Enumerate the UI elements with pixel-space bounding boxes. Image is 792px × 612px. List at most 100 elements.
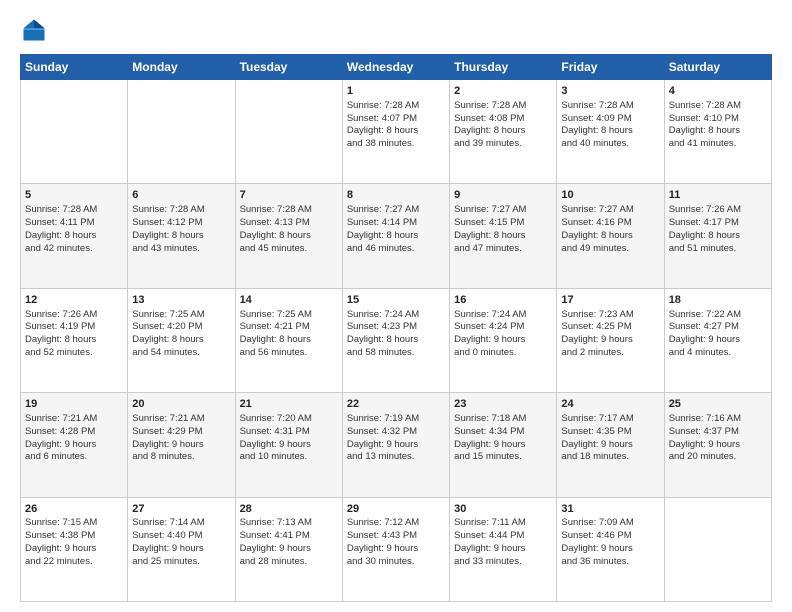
day-info-line: Sunrise: 7:24 AM xyxy=(347,309,445,322)
weekday-header-row: SundayMondayTuesdayWednesdayThursdayFrid… xyxy=(21,55,772,80)
day-info-line: Sunset: 4:43 PM xyxy=(347,530,445,543)
day-info-line: Sunrise: 7:23 AM xyxy=(561,309,659,322)
day-info-line: and 10 minutes. xyxy=(240,451,338,464)
day-info-line: Sunset: 4:24 PM xyxy=(454,321,552,334)
day-info-line: Daylight: 8 hours xyxy=(347,230,445,243)
day-info-line: Sunrise: 7:26 AM xyxy=(25,309,123,322)
calendar-cell: 15Sunrise: 7:24 AMSunset: 4:23 PMDayligh… xyxy=(342,288,449,392)
day-info-line: Sunrise: 7:28 AM xyxy=(25,204,123,217)
day-number: 7 xyxy=(240,188,338,203)
day-info-line: Sunset: 4:29 PM xyxy=(132,426,230,439)
day-info-line: Daylight: 8 hours xyxy=(347,334,445,347)
weekday-header-friday: Friday xyxy=(557,55,664,80)
day-info-line: Sunrise: 7:28 AM xyxy=(347,100,445,113)
day-info-line: Sunset: 4:20 PM xyxy=(132,321,230,334)
day-info-line: Daylight: 8 hours xyxy=(454,230,552,243)
calendar-cell: 27Sunrise: 7:14 AMSunset: 4:40 PMDayligh… xyxy=(128,497,235,601)
day-info-line: Sunrise: 7:14 AM xyxy=(132,517,230,530)
calendar-cell: 2Sunrise: 7:28 AMSunset: 4:08 PMDaylight… xyxy=(450,80,557,184)
day-number: 6 xyxy=(132,188,230,203)
calendar-cell: 21Sunrise: 7:20 AMSunset: 4:31 PMDayligh… xyxy=(235,393,342,497)
day-info-line: Sunset: 4:07 PM xyxy=(347,113,445,126)
calendar-cell: 12Sunrise: 7:26 AMSunset: 4:19 PMDayligh… xyxy=(21,288,128,392)
day-info-line: Sunset: 4:09 PM xyxy=(561,113,659,126)
day-info-line: and 18 minutes. xyxy=(561,451,659,464)
day-info-line: Sunrise: 7:28 AM xyxy=(240,204,338,217)
day-info-line: Daylight: 8 hours xyxy=(454,125,552,138)
day-info-line: Daylight: 8 hours xyxy=(561,125,659,138)
day-info-line: Daylight: 9 hours xyxy=(561,543,659,556)
day-info-line: Sunset: 4:44 PM xyxy=(454,530,552,543)
day-info-line: Daylight: 9 hours xyxy=(240,543,338,556)
day-info-line: and 13 minutes. xyxy=(347,451,445,464)
day-info-line: and 43 minutes. xyxy=(132,243,230,256)
day-info-line: Sunrise: 7:18 AM xyxy=(454,413,552,426)
day-info-line: Daylight: 9 hours xyxy=(347,543,445,556)
calendar-cell: 20Sunrise: 7:21 AMSunset: 4:29 PMDayligh… xyxy=(128,393,235,497)
day-info-line: Sunset: 4:10 PM xyxy=(669,113,767,126)
day-info-line: Sunrise: 7:28 AM xyxy=(132,204,230,217)
calendar-cell: 23Sunrise: 7:18 AMSunset: 4:34 PMDayligh… xyxy=(450,393,557,497)
day-number: 9 xyxy=(454,188,552,203)
day-info-line: Sunrise: 7:25 AM xyxy=(240,309,338,322)
day-info-line: and 30 minutes. xyxy=(347,556,445,569)
day-info-line: Sunset: 4:21 PM xyxy=(240,321,338,334)
day-info-line: and 51 minutes. xyxy=(669,243,767,256)
calendar-week-row: 19Sunrise: 7:21 AMSunset: 4:28 PMDayligh… xyxy=(21,393,772,497)
day-info-line: and 28 minutes. xyxy=(240,556,338,569)
day-info-line: Sunset: 4:35 PM xyxy=(561,426,659,439)
day-number: 8 xyxy=(347,188,445,203)
day-info-line: Sunset: 4:16 PM xyxy=(561,217,659,230)
weekday-header-saturday: Saturday xyxy=(664,55,771,80)
day-info-line: and 36 minutes. xyxy=(561,556,659,569)
day-number: 18 xyxy=(669,293,767,308)
day-info-line: Daylight: 9 hours xyxy=(132,439,230,452)
calendar-cell: 29Sunrise: 7:12 AMSunset: 4:43 PMDayligh… xyxy=(342,497,449,601)
day-info-line: Sunset: 4:17 PM xyxy=(669,217,767,230)
day-info-line: and 22 minutes. xyxy=(25,556,123,569)
day-number: 20 xyxy=(132,397,230,412)
day-number: 24 xyxy=(561,397,659,412)
day-info-line: and 40 minutes. xyxy=(561,138,659,151)
day-number: 26 xyxy=(25,502,123,517)
day-number: 15 xyxy=(347,293,445,308)
day-info-line: and 56 minutes. xyxy=(240,347,338,360)
day-info-line: Daylight: 9 hours xyxy=(669,439,767,452)
day-info-line: Sunrise: 7:28 AM xyxy=(454,100,552,113)
day-info-line: Sunset: 4:13 PM xyxy=(240,217,338,230)
calendar-cell: 18Sunrise: 7:22 AMSunset: 4:27 PMDayligh… xyxy=(664,288,771,392)
day-number: 13 xyxy=(132,293,230,308)
day-info-line: Sunset: 4:38 PM xyxy=(25,530,123,543)
day-number: 5 xyxy=(25,188,123,203)
day-info-line: Daylight: 9 hours xyxy=(561,439,659,452)
day-info-line: Daylight: 9 hours xyxy=(240,439,338,452)
day-number: 11 xyxy=(669,188,767,203)
day-info-line: Sunset: 4:37 PM xyxy=(669,426,767,439)
logo-icon xyxy=(20,16,48,44)
day-info-line: and 46 minutes. xyxy=(347,243,445,256)
day-number: 30 xyxy=(454,502,552,517)
day-info-line: and 0 minutes. xyxy=(454,347,552,360)
day-info-line: and 20 minutes. xyxy=(669,451,767,464)
calendar-cell: 28Sunrise: 7:13 AMSunset: 4:41 PMDayligh… xyxy=(235,497,342,601)
day-info-line: Sunrise: 7:12 AM xyxy=(347,517,445,530)
day-info-line: Daylight: 9 hours xyxy=(669,334,767,347)
day-info-line: and 25 minutes. xyxy=(132,556,230,569)
day-info-line: Sunset: 4:15 PM xyxy=(454,217,552,230)
day-info-line: Sunrise: 7:11 AM xyxy=(454,517,552,530)
day-number: 19 xyxy=(25,397,123,412)
day-info-line: Sunrise: 7:28 AM xyxy=(669,100,767,113)
day-number: 27 xyxy=(132,502,230,517)
day-info-line: Sunset: 4:23 PM xyxy=(347,321,445,334)
weekday-header-tuesday: Tuesday xyxy=(235,55,342,80)
day-info-line: and 6 minutes. xyxy=(25,451,123,464)
day-info-line: and 52 minutes. xyxy=(25,347,123,360)
calendar-cell: 19Sunrise: 7:21 AMSunset: 4:28 PMDayligh… xyxy=(21,393,128,497)
weekday-header-thursday: Thursday xyxy=(450,55,557,80)
day-info-line: and 8 minutes. xyxy=(132,451,230,464)
calendar-cell: 4Sunrise: 7:28 AMSunset: 4:10 PMDaylight… xyxy=(664,80,771,184)
calendar-cell: 25Sunrise: 7:16 AMSunset: 4:37 PMDayligh… xyxy=(664,393,771,497)
day-info-line: Daylight: 9 hours xyxy=(454,334,552,347)
calendar-cell: 31Sunrise: 7:09 AMSunset: 4:46 PMDayligh… xyxy=(557,497,664,601)
day-info-line: and 15 minutes. xyxy=(454,451,552,464)
